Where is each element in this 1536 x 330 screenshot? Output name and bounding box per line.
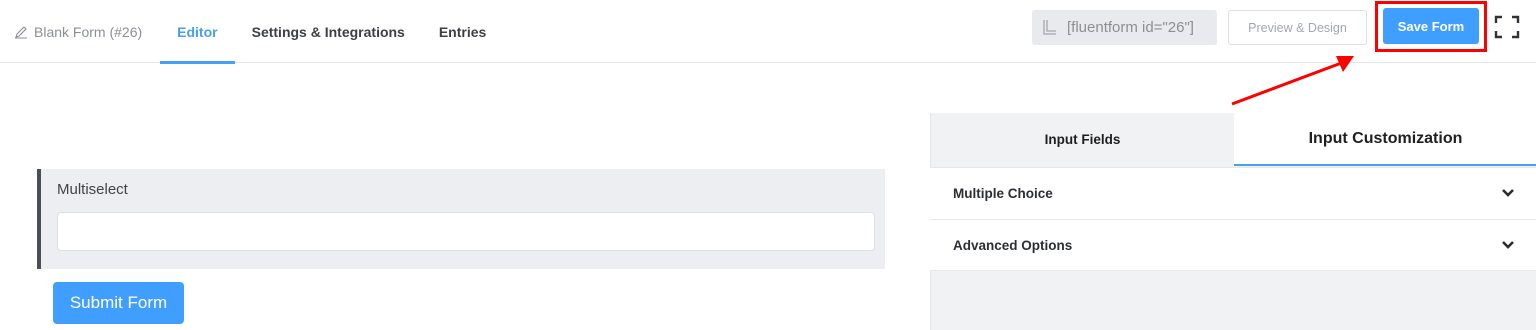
- section-advanced-options[interactable]: Advanced Options: [930, 219, 1536, 271]
- panel-tabs: Input Fields Input Customization: [931, 113, 1536, 166]
- save-form-button[interactable]: Save Form: [1383, 8, 1479, 44]
- preview-design-label: Preview & Design: [1248, 20, 1347, 35]
- tab-settings-integrations[interactable]: Settings & Integrations: [235, 0, 422, 63]
- shortcode-copy[interactable]: [fluentform id="26"]: [1032, 10, 1217, 45]
- field-label: Multiselect: [57, 181, 128, 198]
- multiselect-input[interactable]: [57, 212, 875, 251]
- copy-icon: [1043, 19, 1056, 35]
- form-title[interactable]: Blank Form (#26): [0, 0, 142, 63]
- tab-input-fields-label: Input Fields: [1044, 132, 1121, 147]
- tab-editor[interactable]: Editor: [160, 0, 236, 64]
- form-title-label: Blank Form (#26): [34, 23, 143, 40]
- tab-editor-label: Editor: [177, 23, 218, 40]
- editor-nav: Blank Form (#26) Editor Settings & Integ…: [0, 0, 503, 64]
- section-multiple-choice-label: Multiple Choice: [953, 186, 1053, 201]
- pencil-icon: [15, 25, 27, 38]
- tab-entries[interactable]: Entries: [422, 0, 503, 63]
- chevron-down-icon: [1502, 241, 1514, 249]
- tab-settings-label: Settings & Integrations: [251, 23, 405, 40]
- preview-design-button[interactable]: Preview & Design: [1228, 10, 1367, 45]
- submit-form-button[interactable]: Submit Form: [53, 282, 184, 324]
- tab-input-customization[interactable]: Input Customization: [1234, 113, 1536, 166]
- tab-input-customization-label: Input Customization: [1308, 129, 1463, 147]
- shortcode-text: [fluentform id="26"]: [1067, 19, 1194, 36]
- tab-input-fields[interactable]: Input Fields: [931, 113, 1234, 166]
- submit-form-label: Submit Form: [69, 293, 168, 312]
- tab-entries-label: Entries: [438, 23, 487, 40]
- chevron-down-icon: [1502, 189, 1514, 197]
- section-multiple-choice[interactable]: Multiple Choice: [930, 167, 1536, 219]
- fullscreen-icon[interactable]: [1494, 15, 1520, 39]
- save-form-label: Save Form: [1397, 18, 1465, 34]
- multiselect-field[interactable]: Multiselect: [37, 169, 885, 269]
- section-advanced-options-label: Advanced Options: [953, 237, 1073, 253]
- annotation-arrow: [1231, 56, 1354, 106]
